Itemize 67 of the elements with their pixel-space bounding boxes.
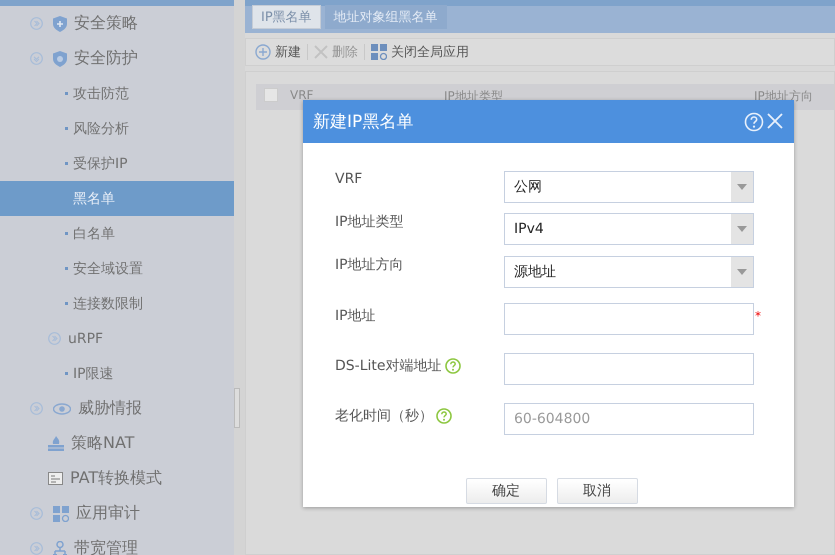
tab[interactable]: 地址对象组黑名单 xyxy=(324,5,447,29)
submenu-item[interactable]: 安全域设置 xyxy=(0,251,234,286)
add-icon xyxy=(255,44,271,60)
toolbar-button[interactable]: 关闭全局应用 xyxy=(365,43,475,61)
form-icon xyxy=(48,472,63,485)
expand-icon[interactable] xyxy=(48,332,61,345)
confirm-button[interactable]: 确定 xyxy=(466,478,546,504)
submenu-item[interactable]: 受保护IP xyxy=(0,146,234,181)
dashboard-icon xyxy=(53,506,69,522)
dropdown-caret-icon xyxy=(737,269,747,275)
grid-icon xyxy=(371,44,387,60)
help-icon[interactable] xyxy=(444,358,461,374)
bullet-icon xyxy=(65,127,68,130)
submenu-item[interactable]: uRPF xyxy=(0,321,234,356)
menu-item[interactable]: 应用审计 xyxy=(0,496,234,531)
bullet-icon xyxy=(65,302,68,305)
bullet-icon xyxy=(65,372,68,375)
required-mark: * xyxy=(755,309,761,323)
bullet-icon xyxy=(65,162,68,165)
field-label: IP地址方向 xyxy=(335,256,404,274)
close-icon[interactable] xyxy=(766,112,784,130)
menu-item[interactable]: 策略NAT xyxy=(0,426,234,461)
expand-icon[interactable] xyxy=(30,542,43,555)
dropdown[interactable]: 公网 xyxy=(504,171,754,203)
input-field[interactable] xyxy=(504,353,754,385)
expand-icon[interactable] xyxy=(30,507,43,520)
dropdown-caret-icon xyxy=(737,226,747,232)
bullet-icon xyxy=(65,232,68,235)
expand-icon[interactable] xyxy=(30,17,43,30)
submenu-item[interactable]: 白名单 xyxy=(0,216,234,251)
field-label: VRF xyxy=(335,171,362,187)
collapse-handle[interactable] xyxy=(234,388,240,428)
field-label: IP地址 xyxy=(335,307,376,325)
shield-icon xyxy=(53,50,67,66)
dropdown[interactable]: IPv4 xyxy=(504,213,754,245)
field-label: 老化时间（秒） xyxy=(335,407,433,425)
submenu-item[interactable]: 风险分析 xyxy=(0,111,234,146)
input-field[interactable] xyxy=(504,303,754,335)
close-icon xyxy=(314,45,328,59)
menu-item[interactable]: 安全防护 xyxy=(0,41,234,76)
cancel-button[interactable]: 取消 xyxy=(556,478,638,504)
submenu-item[interactable]: 连接数限制 xyxy=(0,286,234,321)
field-label: DS-Lite对端地址 xyxy=(335,357,442,375)
dialog-title: 新建IP黑名单 xyxy=(313,111,414,133)
help-icon[interactable] xyxy=(436,408,452,424)
expand-icon[interactable] xyxy=(30,402,43,415)
field-label: IP地址类型 xyxy=(335,213,404,231)
menu-item[interactable]: 威胁情报 xyxy=(0,391,234,426)
firewall-icon xyxy=(48,436,64,451)
submenu-item[interactable]: 攻击防范 xyxy=(0,76,234,111)
submenu-item[interactable]: 黑名单 xyxy=(0,181,234,216)
select-all-checkbox[interactable] xyxy=(264,88,278,102)
dropdown[interactable]: 源地址 xyxy=(504,256,754,288)
shield-icon xyxy=(53,16,67,32)
bullet-icon xyxy=(65,92,68,95)
dropdown-caret-icon xyxy=(737,184,747,190)
column-header: VRF xyxy=(290,88,314,102)
tab[interactable]: IP黑名单 xyxy=(252,5,321,29)
eye-icon xyxy=(53,402,71,414)
menu-item[interactable]: PAT转换模式 xyxy=(0,461,234,496)
submenu-item[interactable]: IP限速 xyxy=(0,356,234,391)
toolbar-button[interactable]: 新建 xyxy=(249,43,307,61)
menu-item[interactable]: 带宽管理 xyxy=(0,531,234,555)
input-field[interactable]: 60-604800 xyxy=(504,403,754,435)
bullet-icon xyxy=(65,267,68,270)
collapse-icon[interactable] xyxy=(30,52,43,65)
menu-item[interactable]: 安全策略 xyxy=(0,6,234,41)
